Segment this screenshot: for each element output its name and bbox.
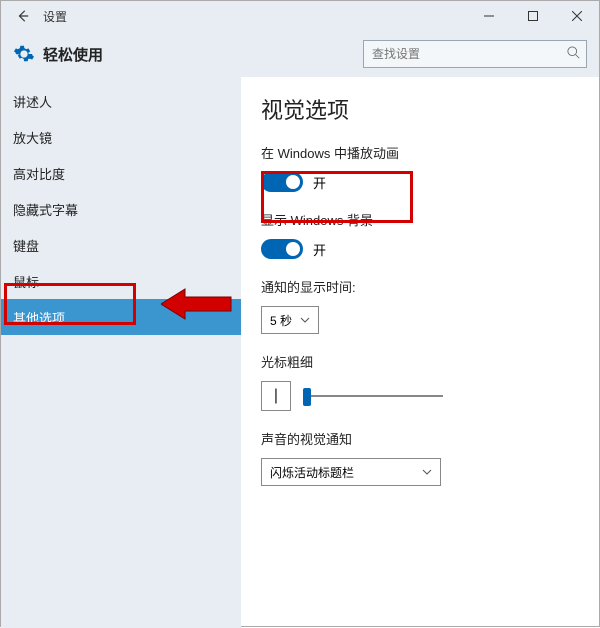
bg-label: 显示 Windows 背景 (261, 210, 579, 229)
annotation-arrow-icon (161, 287, 233, 321)
sidebar-item-captions[interactable]: 隐藏式字幕 (1, 191, 241, 227)
back-arrow-icon (16, 9, 30, 23)
header-title: 轻松使用 (43, 44, 103, 65)
minimize-button[interactable] (467, 1, 511, 31)
cursor-slider[interactable] (303, 395, 443, 397)
page-title: 视觉选项 (261, 93, 579, 125)
back-button[interactable] (9, 2, 37, 30)
sidebar-item-keyboard[interactable]: 键盘 (1, 227, 241, 263)
anim-label: 在 Windows 中播放动画 (261, 143, 579, 162)
chevron-down-icon (422, 467, 432, 477)
sidebar-item-magnifier[interactable]: 放大镜 (1, 119, 241, 155)
close-button[interactable] (555, 1, 599, 31)
close-icon (572, 11, 582, 21)
search-icon (567, 46, 581, 60)
notify-value: 5 秒 (270, 312, 292, 329)
maximize-icon (528, 11, 538, 21)
anim-toggle[interactable] (261, 172, 303, 192)
minimize-icon (484, 11, 494, 21)
bg-toggle[interactable] (261, 239, 303, 259)
search-input[interactable] (363, 40, 587, 68)
main-content: 视觉选项 在 Windows 中播放动画 开 显示 Windows 背景 开 通… (241, 77, 599, 628)
chevron-down-icon (300, 315, 310, 325)
gear-icon (13, 43, 35, 65)
sound-visual-value: 闪烁活动标题栏 (270, 464, 354, 481)
sound-label: 声音的视觉通知 (261, 429, 579, 448)
cursor-label: 光标粗细 (261, 352, 579, 371)
notify-label: 通知的显示时间: (261, 277, 579, 296)
sidebar: 讲述人 放大镜 高对比度 隐藏式字幕 键盘 鼠标 其他选项 (1, 77, 241, 628)
sound-visual-select[interactable]: 闪烁活动标题栏 (261, 458, 441, 486)
anim-state: 开 (313, 173, 326, 192)
maximize-button[interactable] (511, 1, 555, 31)
window-title: 设置 (43, 8, 67, 25)
bg-state: 开 (313, 240, 326, 259)
sidebar-item-contrast[interactable]: 高对比度 (1, 155, 241, 191)
cursor-preview: | (261, 381, 291, 411)
notify-select[interactable]: 5 秒 (261, 306, 319, 334)
sidebar-item-narrator[interactable]: 讲述人 (1, 83, 241, 119)
